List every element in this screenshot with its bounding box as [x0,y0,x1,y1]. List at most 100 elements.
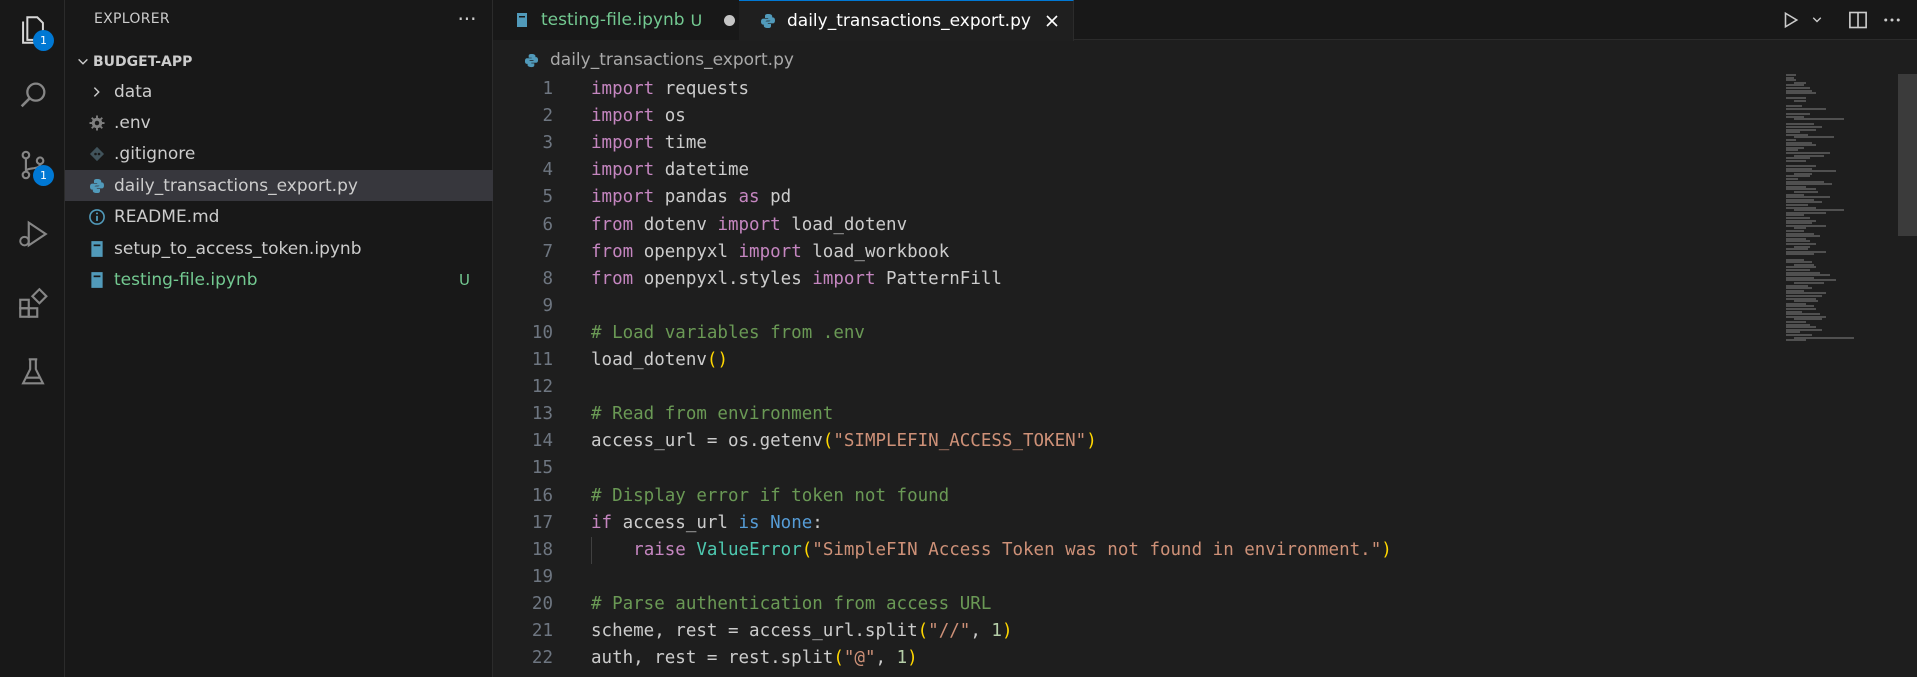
line-number: 7 [542,241,553,262]
tree-item-daily-transactions[interactable]: daily_transactions_export.py [65,170,493,201]
code-line[interactable]: 20 # Parse authentication from access URL [494,591,1794,618]
code-line[interactable]: 9 [494,293,1794,320]
code-line[interactable]: 6 from dotenv import load_dotenv [494,212,1794,239]
code-line[interactable]: 7 from openpyxl import load_workbook [494,239,1794,266]
code-line[interactable]: 1 import requests [494,76,1794,103]
notebook-icon [513,11,531,29]
minimap-line [1786,92,1816,95]
line-number: 14 [531,431,553,452]
source-control-badge: 1 [33,165,54,186]
breadcrumb[interactable]: daily_transactions_export.py [522,48,794,72]
code-line[interactable]: 13 # Read from environment [494,401,1794,428]
code-text: import requests [591,76,749,103]
ellipsis-icon [1884,18,1900,22]
tree-item-setup-notebook[interactable]: setup_to_access_token.ipynb [65,233,493,264]
line-number: 2 [542,106,553,127]
extensions-button[interactable] [0,276,65,332]
code-token: auth, rest = rest.split [591,648,834,669]
breadcrumb-file: daily_transactions_export.py [550,50,794,70]
code-text: raise ValueError("SimpleFIN Access Token… [591,537,1392,564]
code-token: "SimpleFIN Access Token was not found in… [812,539,1382,560]
source-control-button[interactable]: 1 [0,137,65,193]
line-number: 21 [531,621,553,641]
tree-item-testing-notebook[interactable]: testing-file.ipynb U [65,264,493,295]
tab-testing-file[interactable]: testing-file.ipynb U [493,0,751,40]
line-number: 4 [542,160,553,181]
code-line[interactable]: 10 # Load variables from .env [494,320,1794,347]
code-text: import datetime [591,157,749,184]
chevron-right-icon [86,81,108,103]
explorer-button[interactable]: 1 [0,2,65,58]
line-number: 6 [542,214,553,235]
tree-item-readme[interactable]: README.md [65,201,493,232]
tree-item-env[interactable]: .env [65,107,493,138]
code-line[interactable]: 2 import os [494,103,1794,130]
code-text: import pandas as pd [591,184,791,211]
minimap[interactable] [1782,74,1902,364]
more-actions-button[interactable] [1877,5,1907,35]
code-token: import [591,187,655,208]
minimap-line [1786,107,1826,110]
close-icon[interactable] [1043,12,1061,30]
code-line[interactable]: 21 scheme, rest = access_url.split("//", … [494,618,1794,645]
line-number: 12 [531,377,553,398]
code-line[interactable]: 14 access_url = os.getenv("SIMPLEFIN_ACCE… [494,428,1794,455]
code-editor[interactable]: 1 import requests 2 import os 3 import time 4 i… [494,76,1794,677]
line-number: 13 [531,404,553,425]
code-token: access_url = os.getenv [591,431,823,452]
code-token: os [654,106,686,127]
line-number: 18 [531,539,553,560]
code-line[interactable]: 3 import time [494,130,1794,157]
folder-header[interactable]: BUDGET-APP [65,49,493,75]
gear-icon [86,112,108,134]
code-token: scheme, rest = access_url.split [591,621,918,641]
code-line[interactable]: 18 raise ValueError("SimpleFIN Access To… [494,536,1794,564]
code-token: ( [917,621,929,641]
code-line[interactable]: 5 import pandas as pd [494,184,1794,211]
run-options-button[interactable] [1809,5,1825,35]
line-number: 8 [542,268,553,289]
code-token: load_dotenv [780,214,908,235]
code-token: ValueError [696,539,802,560]
code-token: load_workbook [801,241,950,262]
code-text: # Display error if token not found [591,483,949,510]
code-line[interactable]: 8 from openpyxl.styles import PatternFill [494,266,1794,293]
tab-daily-transactions[interactable]: daily_transactions_export.py [739,0,1074,41]
code-text: load_dotenv() [591,347,728,374]
split-editor-button[interactable] [1843,5,1873,35]
editor-scrollbar[interactable] [1898,74,1917,236]
code-line[interactable]: 12 [494,374,1794,401]
tree-item-gitignore[interactable]: .gitignore [65,138,493,169]
code-token: ) [1381,539,1392,560]
search-button[interactable] [0,67,65,123]
tab-label: testing-file.ipynb [541,10,685,30]
code-line[interactable]: 15 [494,455,1794,482]
testing-button[interactable] [0,344,65,400]
more-actions-button[interactable]: ··· [450,4,484,34]
indent-guide [591,536,592,564]
git-status-badge: U [459,270,470,289]
code-line[interactable]: 22 auth, rest = rest.split("@", 1) [494,645,1794,672]
code-line[interactable]: 16 # Display error if token not found [494,483,1794,510]
minimap-line [1794,118,1844,121]
code-token: # Read from environment [591,404,834,425]
unsaved-dot-icon[interactable] [724,14,736,26]
run-debug-button[interactable] [0,206,65,262]
code-line[interactable]: 17 if access_url is None: [494,510,1794,537]
code-line[interactable]: 11 load_dotenv() [494,347,1794,374]
code-token: import [591,160,655,181]
line-number: 9 [542,295,553,316]
code-token: : [812,512,823,533]
python-icon [86,175,108,197]
tree-item-data[interactable]: data [65,76,493,107]
code-token: from [591,268,634,289]
code-line[interactable]: 19 [494,564,1794,591]
code-line[interactable]: 4 import datetime [494,157,1794,184]
activity-bar: 1 1 [0,0,65,677]
tab-status-badge: U [690,10,703,30]
run-file-button[interactable] [1775,5,1805,35]
code-text: # Read from environment [591,401,833,428]
code-token: from [591,241,634,262]
code-token: import [591,133,655,154]
